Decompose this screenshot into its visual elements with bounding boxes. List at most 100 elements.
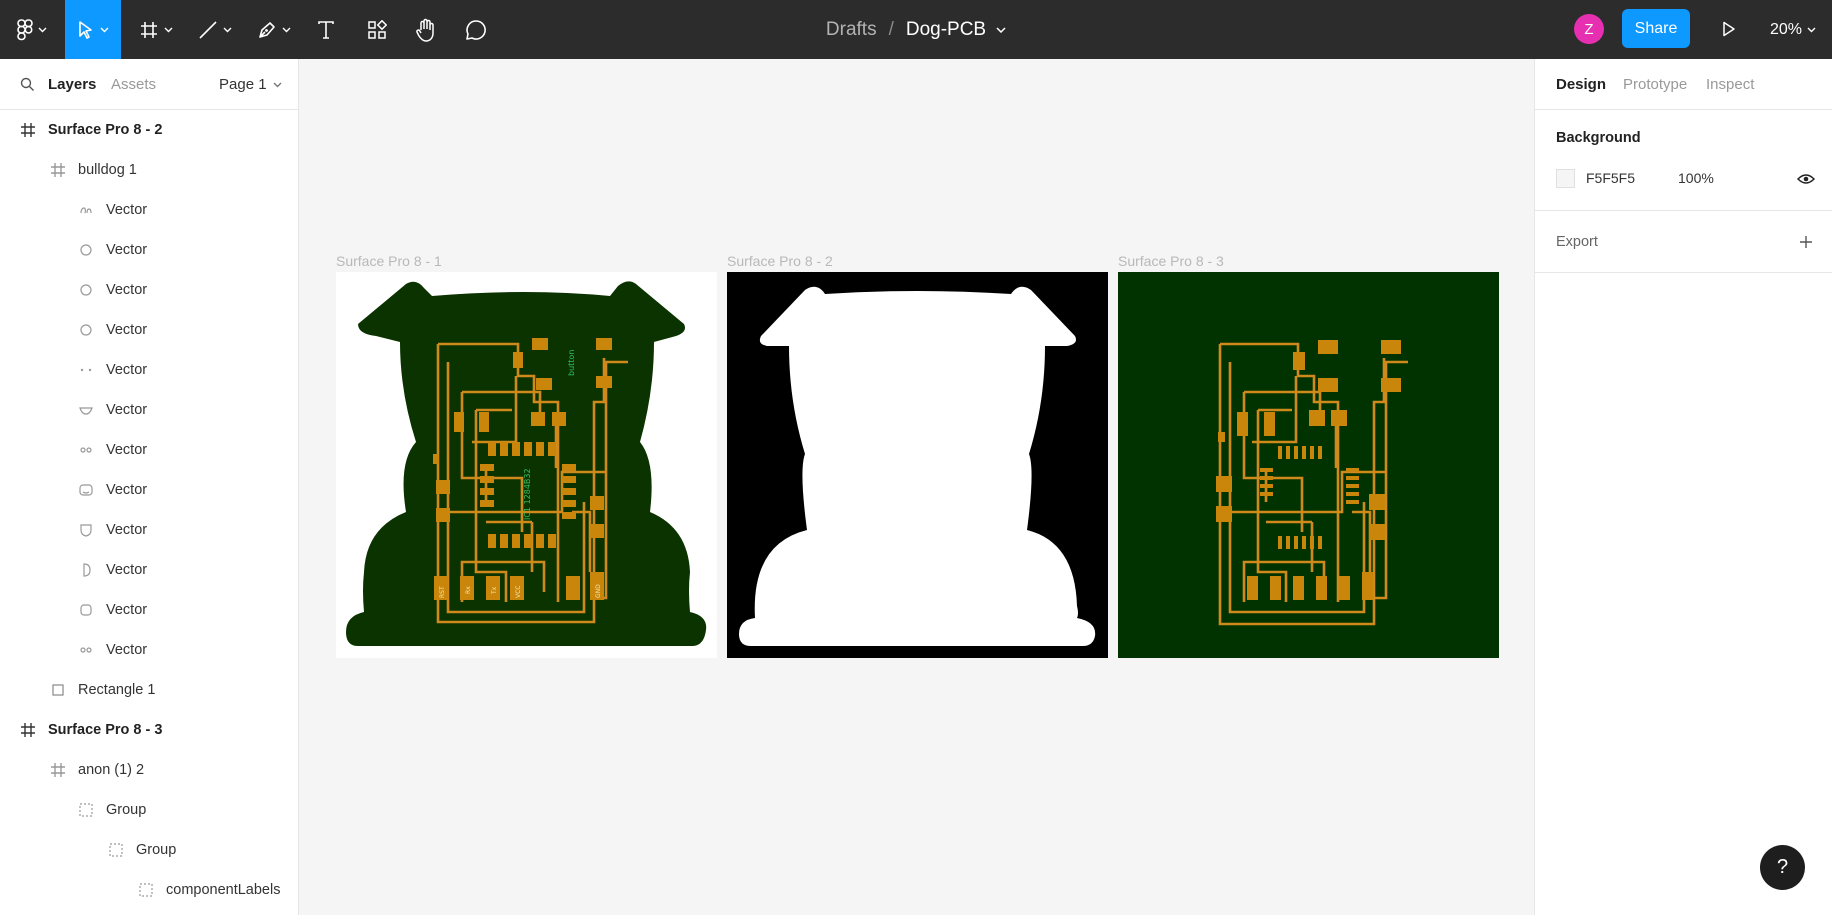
layer-row[interactable]: Vector <box>0 630 298 670</box>
text-tool-button[interactable] <box>311 0 341 59</box>
layer-name: componentLabels <box>166 882 281 898</box>
pcb-rst-label: RST <box>439 586 446 598</box>
frame-label-1[interactable]: Surface Pro 8 - 1 <box>336 253 442 269</box>
layer-row[interactable]: Vector <box>0 590 298 630</box>
plus-icon <box>1800 236 1812 248</box>
circle-icon <box>78 242 94 258</box>
layer-row[interactable]: Vector <box>0 230 298 270</box>
design-canvas[interactable]: Surface Pro 8 - 1 Surface Pro 8 - 2 Surf… <box>299 59 1534 915</box>
layer-row[interactable]: Vector <box>0 470 298 510</box>
background-color-swatch[interactable] <box>1556 169 1575 188</box>
frame-label-2[interactable]: Surface Pro 8 - 2 <box>727 253 833 269</box>
layer-name: bulldog 1 <box>78 162 137 178</box>
eye-icon <box>1797 174 1815 184</box>
hand-tool-button[interactable] <box>411 0 441 59</box>
line-tool-button[interactable] <box>193 0 237 59</box>
background-title: Background <box>1556 130 1641 146</box>
layer-row[interactable]: Rectangle 1 <box>0 670 298 710</box>
add-export-button[interactable] <box>1796 232 1816 252</box>
layer-name: Vector <box>106 522 148 538</box>
shield-icon <box>78 522 94 538</box>
layer-row[interactable]: Vector <box>0 270 298 310</box>
layer-row[interactable]: componentLabels <box>0 870 298 910</box>
file-menu-chevron[interactable] <box>996 26 1006 33</box>
line-icon <box>199 20 217 39</box>
cursor-arrow-icon <box>79 20 92 39</box>
layer-row[interactable]: Vector <box>0 430 298 470</box>
eyes-icon <box>78 642 94 658</box>
layer-row[interactable]: Vector <box>0 390 298 430</box>
dots-icon <box>78 362 94 378</box>
layer-name: Rectangle 1 <box>78 682 156 698</box>
layer-row[interactable]: Vector <box>0 190 298 230</box>
chevron-down-icon <box>996 26 1006 33</box>
layer-search-button[interactable] <box>20 59 35 110</box>
layer-row[interactable]: Group <box>0 830 298 870</box>
tab-prototype[interactable]: Prototype <box>1623 59 1687 110</box>
layer-row[interactable]: Vector <box>0 550 298 590</box>
breadcrumb-drafts[interactable]: Drafts <box>826 19 877 41</box>
frame-tool-button[interactable] <box>134 0 178 59</box>
pcb-vcc-label: VCC <box>515 586 522 598</box>
circle-icon <box>78 282 94 298</box>
export-section: Export <box>1535 211 1832 273</box>
tab-design[interactable]: Design <box>1556 59 1606 110</box>
top-toolbar: Drafts / Dog-PCB Z Share 20% <box>0 0 1832 59</box>
layer-row[interactable]: Group <box>0 790 298 830</box>
chevron-down-icon <box>273 82 282 87</box>
pcb-tx-label: Tx <box>491 586 498 595</box>
group-icon <box>78 802 94 818</box>
file-name[interactable]: Dog-PCB <box>906 19 986 41</box>
layer-name: Vector <box>106 562 148 578</box>
frame-label-3[interactable]: Surface Pro 8 - 3 <box>1118 253 1224 269</box>
background-opacity-input[interactable]: 100% <box>1678 170 1714 186</box>
layer-name: Surface Pro 8 - 3 <box>48 722 163 738</box>
pen-tool-button[interactable] <box>252 0 296 59</box>
tab-inspect[interactable]: Inspect <box>1706 59 1754 110</box>
rectangle-icon <box>50 682 66 698</box>
group-icon <box>108 842 124 858</box>
layer-row[interactable]: Vector <box>0 510 298 550</box>
chevron-down-icon <box>282 27 291 32</box>
layer-row[interactable]: Vector <box>0 310 298 350</box>
layer-row[interactable]: Surface Pro 8 - 2 <box>0 110 298 150</box>
help-button[interactable]: ? <box>1760 845 1805 890</box>
shape-icon <box>78 402 94 418</box>
layer-name: Vector <box>106 202 148 218</box>
left-panel-tabs: Layers Assets Page 1 <box>0 59 298 110</box>
frame-surface-pro-8-1[interactable]: IC1 1284B32 button RST Rx Tx VCC GND <box>336 272 717 658</box>
chevron-down-icon <box>223 27 232 32</box>
background-section: Background F5F5F5 100% <box>1535 110 1832 211</box>
layer-row[interactable]: Vector <box>0 350 298 390</box>
components-icon <box>368 19 387 39</box>
layer-row[interactable]: bulldog 1 <box>0 150 298 190</box>
eyes-icon <box>78 442 94 458</box>
avatar[interactable]: Z <box>1574 14 1604 44</box>
layer-name: Surface Pro 8 - 2 <box>48 122 163 138</box>
frame-surface-pro-8-3[interactable] <box>1118 272 1499 658</box>
present-button[interactable] <box>1714 14 1744 44</box>
layer-name: Vector <box>106 482 148 498</box>
rounded-square-icon <box>78 602 94 618</box>
frame-surface-pro-8-2[interactable] <box>727 272 1108 658</box>
tab-layers[interactable]: Layers <box>48 59 96 110</box>
resources-tool-button[interactable] <box>362 0 392 59</box>
comment-tool-button[interactable] <box>461 0 491 59</box>
chevron-down-icon <box>38 27 47 32</box>
move-tool-button[interactable] <box>65 0 121 59</box>
layer-name: Vector <box>106 362 148 378</box>
chevron-down-icon <box>1807 27 1816 32</box>
share-button[interactable]: Share <box>1622 9 1690 48</box>
visibility-toggle[interactable] <box>1796 169 1816 189</box>
page-selector[interactable]: Page 1 <box>219 59 282 110</box>
layer-name: Vector <box>106 282 148 298</box>
background-hex-input[interactable]: F5F5F5 <box>1586 170 1635 186</box>
main-menu-button[interactable] <box>12 0 52 59</box>
chevron-down-icon <box>100 27 109 32</box>
layer-row[interactable]: anon (1) 2 <box>0 750 298 790</box>
vector-icon <box>78 202 94 218</box>
zoom-control[interactable]: 20% <box>1770 0 1816 59</box>
face-icon <box>78 482 94 498</box>
tab-assets[interactable]: Assets <box>111 59 156 110</box>
layer-row[interactable]: Surface Pro 8 - 3 <box>0 710 298 750</box>
